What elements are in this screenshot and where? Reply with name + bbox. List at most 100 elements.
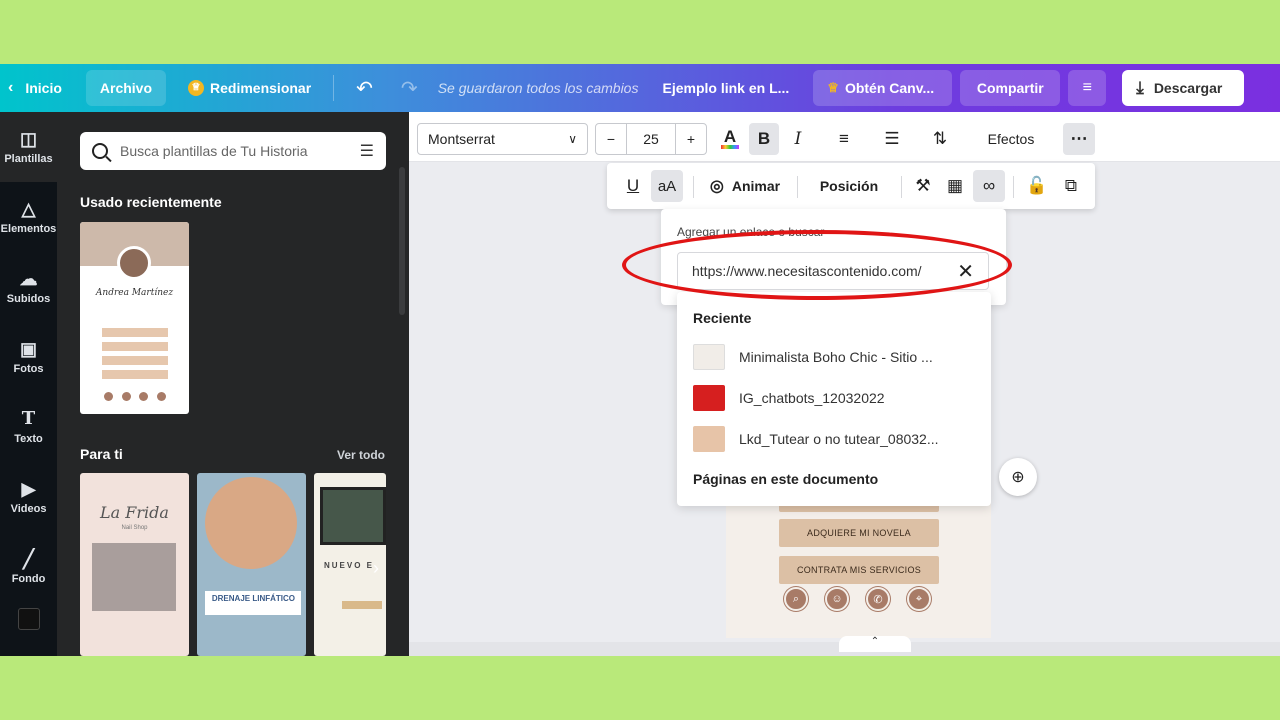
highlight-ellipse bbox=[622, 230, 1012, 300]
underline-icon[interactable]: U bbox=[619, 170, 647, 202]
home-label: Inicio bbox=[25, 80, 62, 96]
recent-template-thumbnail[interactable]: Andrea Martínez bbox=[80, 222, 189, 414]
transparency-icon[interactable]: ▦ bbox=[941, 170, 969, 202]
thumb-button bbox=[102, 370, 168, 379]
download-button[interactable]: ⤓ Descargar bbox=[1122, 70, 1245, 106]
template-subtitle: Nail Shop bbox=[121, 525, 148, 531]
photo-icon: ▣ bbox=[19, 339, 37, 359]
phone-icon[interactable]: ✆ bbox=[866, 587, 890, 611]
design-thumbnail bbox=[693, 426, 725, 452]
template-title: DRENAJE LINFÁTICO bbox=[205, 591, 301, 615]
link-icon[interactable]: ∞ bbox=[973, 170, 1005, 202]
decrease-size-button[interactable]: − bbox=[596, 131, 626, 147]
undo-icon[interactable]: ↶ bbox=[342, 70, 387, 106]
design-button-novela[interactable]: ADQUIERE MI NOVELA bbox=[779, 519, 939, 547]
divider bbox=[797, 176, 798, 198]
bold-icon[interactable]: B bbox=[749, 123, 779, 155]
link-suggestions-dropdown: Reciente Minimalista Boho Chic - Sitio .… bbox=[677, 292, 991, 506]
rail-item-videos[interactable]: ▶ Videos bbox=[0, 462, 57, 532]
lock-icon[interactable]: 🔓 bbox=[1023, 170, 1051, 202]
case-icon[interactable]: aA bbox=[651, 170, 683, 202]
thumb-icons-row bbox=[104, 392, 166, 402]
chevron-right-icon[interactable]: › bbox=[373, 558, 379, 579]
insights-icon[interactable]: ≡ bbox=[1068, 70, 1107, 106]
panel-scrollbar[interactable] bbox=[399, 167, 405, 315]
font-size-value[interactable]: 25 bbox=[626, 124, 676, 154]
template-title: NUEVO E bbox=[324, 561, 375, 570]
get-canva-pro-button[interactable]: ♕ Obtén Canv... bbox=[813, 70, 953, 106]
rail-item-uploads[interactable]: ☁ Subidos bbox=[0, 252, 57, 322]
search-icon bbox=[92, 143, 108, 159]
search-icon[interactable]: ⌕ bbox=[784, 587, 808, 611]
resize-button[interactable]: ♕ Redimensionar bbox=[174, 70, 325, 106]
italic-icon[interactable]: I bbox=[783, 123, 813, 155]
thumb-button bbox=[102, 342, 168, 351]
template-price-table bbox=[92, 543, 176, 611]
redo-icon[interactable]: ↷ bbox=[387, 70, 432, 106]
save-status: Se guardaron todos los cambios bbox=[437, 80, 639, 96]
template-card[interactable]: DRENAJE LINFÁTICO bbox=[197, 473, 306, 656]
template-card[interactable]: La Frida Nail Shop bbox=[80, 473, 189, 656]
text-color-icon[interactable]: A bbox=[715, 123, 745, 155]
list-item-label: Minimalista Boho Chic - Sitio ... bbox=[739, 349, 933, 365]
divider bbox=[901, 176, 902, 198]
file-menu-button[interactable]: Archivo bbox=[85, 70, 167, 106]
list-icon[interactable]: ☰ bbox=[877, 123, 907, 155]
rail-item-label: Texto bbox=[14, 433, 43, 445]
rail-item-templates[interactable]: ◫ Plantillas bbox=[0, 112, 57, 182]
animate-icon: ◎ bbox=[709, 178, 724, 195]
elements-icon: △ bbox=[21, 199, 36, 219]
rail-item-elements[interactable]: △ Elementos bbox=[0, 182, 57, 252]
upload-icon: ☁ bbox=[19, 269, 38, 289]
location-icon[interactable]: ⌖ bbox=[907, 587, 931, 611]
position-button[interactable]: Posición bbox=[811, 170, 887, 202]
text-toolbar: Montserrat ∨ − 25 + A B I ≡ ☰ ⇅ Efectos … bbox=[409, 112, 1280, 162]
rail-item-photos[interactable]: ▣ Fotos bbox=[0, 322, 57, 392]
text-icon: T bbox=[21, 408, 36, 429]
home-button[interactable]: ‹ Inicio bbox=[0, 70, 76, 106]
align-center-icon[interactable]: ≡ bbox=[829, 123, 859, 155]
chevron-left-icon: ‹ bbox=[8, 79, 14, 96]
more-options-icon[interactable]: ⋯ bbox=[1063, 123, 1095, 155]
share-button[interactable]: Compartir bbox=[960, 70, 1061, 106]
design-thumbnail bbox=[693, 344, 725, 370]
avatar bbox=[117, 246, 151, 280]
design-button-servicios[interactable]: CONTRATA MIS SERVICIOS bbox=[779, 556, 939, 584]
for-you-section-title: Para ti bbox=[80, 446, 123, 462]
filter-icon[interactable]: ☰ bbox=[360, 141, 374, 161]
increase-size-button[interactable]: + bbox=[676, 131, 706, 147]
effects-button[interactable]: Efectos bbox=[975, 123, 1047, 155]
animate-button[interactable]: ◎ Animar bbox=[703, 170, 787, 202]
pages-heading: Páginas en este documento bbox=[693, 471, 879, 487]
font-size-stepper[interactable]: − 25 + bbox=[595, 123, 707, 155]
template-search-input[interactable]: Busca plantillas de Tu Historia ☰ bbox=[80, 132, 386, 170]
add-comment-icon[interactable]: ⊕ bbox=[999, 458, 1037, 496]
search-placeholder: Busca plantillas de Tu Historia bbox=[120, 143, 308, 159]
canvas-scrollbar[interactable]: ⌃ bbox=[409, 636, 1280, 656]
rail-item-text[interactable]: T Texto bbox=[0, 392, 57, 462]
user-icon[interactable]: ☺ bbox=[825, 587, 849, 611]
paint-roller-icon[interactable]: ⚒ bbox=[909, 170, 937, 202]
document-title[interactable]: Ejemplo link en L... bbox=[662, 80, 789, 96]
rail-item-background[interactable]: ╱ Fondo bbox=[0, 532, 57, 602]
rail-item-label: Plantillas bbox=[4, 153, 53, 165]
chevron-up-icon[interactable]: ⌃ bbox=[839, 636, 911, 652]
giphy-icon bbox=[17, 608, 40, 630]
animate-label: Animar bbox=[731, 178, 781, 194]
divider bbox=[1013, 176, 1014, 198]
duplicate-icon[interactable]: ⧉ bbox=[1057, 170, 1085, 202]
rail-item-giphy[interactable] bbox=[0, 602, 57, 642]
list-item[interactable]: Minimalista Boho Chic - Sitio ... bbox=[693, 342, 983, 372]
font-name: Montserrat bbox=[428, 131, 495, 147]
spacing-icon[interactable]: ⇅ bbox=[925, 123, 955, 155]
font-selector[interactable]: Montserrat ∨ bbox=[417, 123, 588, 155]
get-canva-pro-label: Obtén Canv... bbox=[844, 80, 935, 96]
list-item[interactable]: Lkd_Tutear o no tutear_08032... bbox=[693, 424, 983, 454]
top-bar: ‹ Inicio Archivo ♕ Redimensionar ↶ ↷ Se … bbox=[0, 64, 1280, 112]
design-page[interactable]: ADQUIERE MI NOVELA CONTRATA MIS SERVICIO… bbox=[726, 500, 991, 638]
chevron-down-icon: ∨ bbox=[568, 132, 577, 146]
see-all-link[interactable]: Ver todo bbox=[337, 448, 385, 462]
list-item[interactable]: IG_chatbots_12032022 bbox=[693, 383, 983, 413]
rail-item-label: Videos bbox=[10, 503, 47, 515]
thumbnail-name: Andrea Martínez bbox=[95, 288, 174, 298]
